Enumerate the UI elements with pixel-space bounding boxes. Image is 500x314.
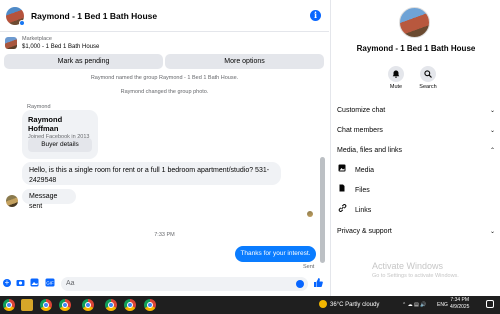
activate-windows-title: Activate Windows [372, 261, 444, 271]
clock-date: 4/9/2025 [450, 304, 470, 310]
privacy-support-section[interactable]: Privacy & support ⌄ [337, 225, 495, 239]
listing-thumbnail [5, 37, 17, 49]
mute-button[interactable]: Mute [383, 66, 409, 90]
gif-icon[interactable]: GIF [45, 278, 55, 287]
chat-header: Raymond - 1 Bed 1 Bath House i [0, 0, 329, 32]
chrome-icon[interactable] [40, 299, 52, 311]
chevron-down-icon: ⌄ [489, 128, 495, 134]
chrome-icon[interactable] [82, 299, 94, 311]
photo-icon [337, 164, 347, 178]
profile-card: Raymond Hoffman Joined Facebook in 2013 … [22, 110, 98, 159]
message-bubble[interactable]: Hello, is this a single room for rent or… [22, 162, 281, 185]
sent-status: Sent [303, 264, 315, 270]
buyer-details-button[interactable]: Buyer details [28, 138, 92, 152]
files-label: Files [354, 187, 370, 194]
clock[interactable]: 7:34 PM 4/9/2025 [450, 297, 469, 311]
links-label: Links [354, 207, 372, 214]
link-icon [337, 204, 347, 218]
windows-taskbar: 36°C Partly cloudy ⌃ ☁ ▤ 🔊 ENG 7:34 PM 4… [0, 296, 500, 314]
svg-text:GIF: GIF [46, 281, 54, 286]
outgoing-message-bubble[interactable]: Thanks for your interest. [235, 246, 316, 262]
emoji-icon[interactable] [296, 280, 304, 288]
system-tray-icons[interactable]: ⌃ ☁ ▤ 🔊 [402, 302, 426, 308]
image-icon[interactable] [30, 278, 39, 287]
chrome-icon[interactable] [105, 299, 117, 311]
chevron-down-icon: ⌄ [489, 229, 495, 235]
sun-icon [319, 300, 327, 309]
chevron-up-icon: ⌃ [489, 148, 495, 154]
chat-pane: Raymond - 1 Bed 1 Bath House i Marketpla… [0, 0, 329, 296]
search-icon [420, 66, 436, 82]
listing-title: $1,000 - 1 Bed 1 Bath House [22, 44, 100, 50]
file-icon [337, 184, 347, 198]
media-item[interactable]: Media [337, 164, 487, 178]
message-input[interactable]: Aa [61, 277, 308, 291]
bell-icon [388, 66, 404, 82]
clock-time: 7:34 PM [450, 297, 470, 303]
message-timestamp: 7:33 PM [154, 232, 175, 238]
chrome-icon[interactable] [59, 299, 71, 311]
media-label: Media [354, 167, 375, 174]
system-message: Raymond changed the group photo. [120, 89, 209, 95]
chevron-down-icon: ⌄ [489, 108, 495, 114]
mark-as-pending-button[interactable]: Mark as pending [4, 54, 163, 69]
chat-scrollbar[interactable] [320, 157, 325, 263]
links-item[interactable]: Links [337, 204, 487, 218]
listing-actions: Mark as pending More options [4, 54, 324, 69]
chat-members-section[interactable]: Chat members ⌄ [337, 124, 495, 138]
plus-icon[interactable]: + [3, 279, 11, 287]
privacy-support-label: Privacy & support [337, 228, 392, 235]
file-explorer-icon[interactable] [21, 299, 33, 311]
info-panel-title: Raymond - 1 Bed 1 Bath House [356, 44, 476, 53]
notification-icon[interactable] [486, 300, 494, 308]
more-options-button[interactable]: More options [165, 54, 324, 69]
language-indicator[interactable]: ENG [437, 302, 448, 308]
customize-chat-section[interactable]: Customize chat ⌄ [337, 104, 495, 118]
marketplace-listing[interactable]: Marketplace $1,000 - 1 Bed 1 Bath House [0, 33, 329, 53]
group-avatar[interactable] [6, 6, 25, 26]
info-icon[interactable]: i [310, 10, 321, 21]
conversation-info-panel: Raymond - 1 Bed 1 Bath House Mute Search… [330, 0, 500, 296]
sender-avatar[interactable] [6, 195, 18, 207]
group-profile-photo[interactable] [399, 7, 430, 38]
files-item[interactable]: Files [337, 184, 487, 198]
chrome-icon[interactable] [124, 299, 136, 311]
activate-windows-subtitle: Go to Settings to activate Windows. [372, 273, 459, 279]
chat-title[interactable]: Raymond - 1 Bed 1 Bath House [31, 11, 157, 21]
profile-name: Raymond Hoffman [28, 115, 63, 133]
search-button[interactable]: Search [415, 66, 441, 90]
like-icon[interactable] [313, 277, 323, 288]
media-files-links-section[interactable]: Media, files and links ⌃ [337, 144, 495, 158]
message-bubble[interactable]: Message sent [22, 189, 76, 210]
media-files-links-label: Media, files and links [337, 147, 402, 154]
system-message: Raymond named the group Raymond - 1 Bed … [90, 75, 239, 81]
chat-members-label: Chat members [337, 127, 383, 134]
chrome-icon[interactable] [3, 299, 15, 311]
weather-text: 36°C Partly cloudy [330, 302, 380, 308]
marketplace-label: Marketplace [22, 36, 52, 42]
customize-chat-label: Customize chat [337, 107, 386, 114]
mute-label: Mute [389, 84, 403, 90]
chrome-icon[interactable] [144, 299, 156, 311]
camera-icon[interactable] [16, 278, 25, 287]
search-label: Search [419, 84, 437, 90]
seen-indicator-avatar [307, 211, 313, 217]
weather-widget[interactable]: 36°C Partly cloudy [319, 299, 379, 311]
